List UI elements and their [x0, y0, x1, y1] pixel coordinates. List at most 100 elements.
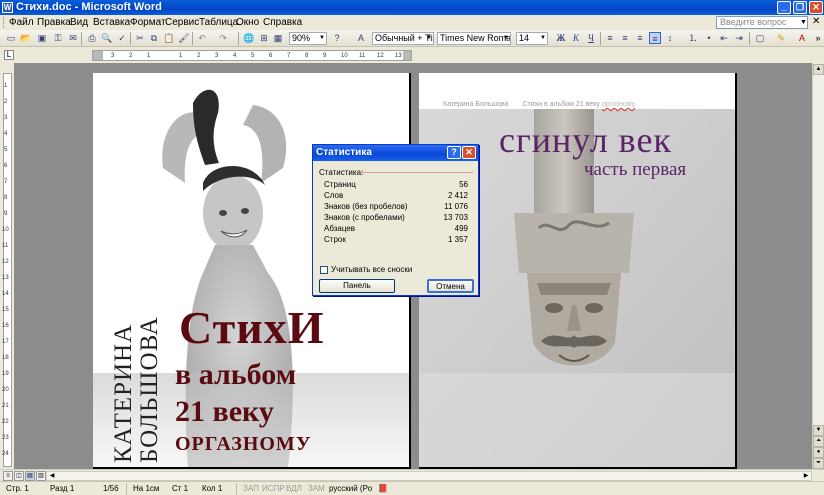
print-layout-icon[interactable]: ▤ [25, 471, 35, 481]
menu-window[interactable]: Окно [236, 17, 259, 28]
font-value: Times New Roman [440, 33, 511, 43]
align-right-icon[interactable]: ≡ [634, 32, 646, 44]
toolbar-separator [81, 32, 82, 45]
menu-help[interactable]: Справка [263, 17, 302, 28]
menu-edit[interactable]: Правка [37, 17, 71, 28]
tab-selector[interactable]: L [4, 50, 14, 60]
status-overtype[interactable]: ЗАМ [308, 484, 325, 493]
email-icon[interactable]: ✉ [67, 32, 79, 44]
copy-icon[interactable]: ⧉ [148, 32, 160, 44]
paste-icon[interactable]: 📋 [163, 32, 175, 44]
menu-grip[interactable] [3, 17, 6, 28]
section-subtitle: часть первая [584, 159, 687, 180]
decrease-indent-icon[interactable]: ⇤ [718, 32, 730, 44]
ruler-number: 9 [323, 53, 327, 59]
menu-format[interactable]: Формат [130, 17, 166, 28]
cover-title-line4: ОРГАЗНОМУ [175, 433, 312, 455]
bullets-icon[interactable]: • [703, 32, 715, 44]
numbering-icon[interactable]: ⒈ [687, 32, 699, 44]
ruler-number: 2 [4, 99, 8, 105]
new-document-icon[interactable]: ▭ [5, 32, 17, 44]
help-search-input[interactable]: Введите вопрос [716, 16, 808, 29]
font-size-select[interactable]: 14 ▼ [516, 32, 548, 45]
italic-icon[interactable]: К [570, 32, 582, 44]
undo-icon[interactable]: ↶ [196, 32, 208, 44]
horizontal-ruler[interactable]: 3 2 1 1 2 3 4 5 6 7 8 9 10 11 12 13 [92, 50, 412, 61]
scroll-down-icon[interactable]: ▼ [813, 425, 824, 436]
status-track-changes[interactable]: ИСПР [262, 484, 285, 493]
menu-table[interactable]: Таблица [199, 17, 238, 28]
hyperlink-icon[interactable]: 🌐 [243, 32, 255, 44]
spelling-status-icon[interactable]: 📕 [378, 484, 388, 493]
open-icon[interactable]: 📂 [20, 32, 32, 44]
style-select[interactable]: Обычный + Tim ▼ [372, 32, 434, 45]
print-icon[interactable]: ⎙ [86, 32, 98, 44]
permission-icon[interactable]: ⚿ [52, 32, 64, 44]
font-color-icon[interactable]: A [796, 32, 808, 44]
menu-insert[interactable]: Вставка [93, 17, 130, 28]
status-record-macro[interactable]: ЗАП [243, 484, 259, 493]
scroll-left-icon[interactable]: ◀ [47, 471, 57, 481]
status-language: русский (Ро [329, 484, 373, 493]
ruler-number: 21 [2, 403, 9, 409]
bold-icon[interactable]: Ж [555, 32, 567, 44]
cut-icon[interactable]: ✂ [134, 32, 146, 44]
vertical-ruler[interactable]: 1 2 3 4 5 6 7 8 9 10 11 12 13 14 15 16 1… [0, 63, 14, 469]
ruler-margin-left [93, 51, 103, 60]
ruler-number: 5 [251, 53, 255, 59]
minimize-button[interactable]: _ [777, 1, 791, 14]
spelling-icon[interactable]: ✓ [116, 32, 128, 44]
status-bar: Стр. 1 Разд 1 1/56 На 1см Ст 1 Кол 1 ЗАП… [0, 481, 824, 495]
help-icon[interactable]: ? [331, 32, 343, 44]
stat-row: Слов 2 412 [324, 191, 468, 202]
print-preview-icon[interactable]: 🔍 [101, 32, 113, 44]
styles-pane-icon[interactable]: A [355, 32, 367, 44]
borders-icon[interactable]: ▢ [754, 32, 766, 44]
justify-icon[interactable]: ≡ [649, 32, 661, 44]
zoom-select[interactable]: 90% ▼ [289, 32, 327, 45]
vertical-scrollbar[interactable]: ▲ ▼ ⏶ ● ⏷ [812, 63, 824, 469]
horizontal-scrollbar[interactable]: ◀ ▶ [46, 471, 812, 481]
ruler-row: L 3 2 1 1 2 3 4 5 6 7 8 9 10 11 12 13 [0, 48, 824, 63]
header-author: Катерина Большова [443, 101, 509, 108]
close-button[interactable]: ✕ [809, 1, 823, 14]
status-extend[interactable]: ВДЛ [286, 484, 302, 493]
next-page-icon[interactable]: ⏷ [813, 458, 824, 469]
cancel-button[interactable]: Отмена [427, 279, 474, 293]
dialog-help-icon[interactable]: ? [447, 146, 461, 159]
help-dropdown-icon[interactable]: ▼ [800, 17, 808, 28]
font-select[interactable]: Times New Roman ▼ [437, 32, 511, 45]
save-icon[interactable]: ▣ [36, 32, 48, 44]
ruler-number: 22 [2, 419, 9, 425]
menu-view[interactable]: Вид [70, 17, 88, 28]
tables-borders-icon[interactable]: ⊞ [258, 32, 270, 44]
redo-icon[interactable]: ↷ [217, 32, 229, 44]
show-toolbar-button[interactable]: Панель [319, 279, 395, 293]
normal-view-icon[interactable]: ≡ [3, 471, 13, 481]
toolbar-options-icon[interactable]: » [812, 32, 824, 44]
align-left-icon[interactable]: ≡ [604, 32, 616, 44]
dialog-close-icon[interactable]: ✕ [462, 146, 476, 159]
browse-object-icon[interactable]: ● [813, 447, 824, 458]
align-center-icon[interactable]: ≡ [619, 32, 631, 44]
menu-tools[interactable]: Сервис [165, 17, 199, 28]
menu-file[interactable]: Файл [9, 17, 34, 28]
scroll-up-icon[interactable]: ▲ [813, 64, 824, 75]
scroll-right-icon[interactable]: ▶ [801, 471, 811, 481]
insert-table-icon[interactable]: ▦ [272, 32, 284, 44]
web-view-icon[interactable]: ◫ [14, 471, 24, 481]
reading-view-icon[interactable]: ▥ [36, 471, 46, 481]
increase-indent-icon[interactable]: ⇥ [733, 32, 745, 44]
format-painter-icon[interactable]: 🖌 [178, 32, 190, 44]
underline-icon[interactable]: Ч [585, 32, 597, 44]
include-footnotes-checkbox[interactable] [320, 266, 328, 274]
highlight-icon[interactable]: ✎ [775, 32, 787, 44]
maximize-button[interactable]: ❐ [793, 1, 807, 14]
status-page-count: 1/56 [103, 484, 119, 493]
word-app-icon[interactable]: W [2, 2, 13, 13]
document-close-icon[interactable]: ✕ [812, 16, 820, 27]
line-spacing-icon[interactable]: ↕ [664, 32, 676, 44]
previous-page-icon[interactable]: ⏶ [813, 436, 824, 447]
ruler-number: 11 [359, 53, 366, 59]
stat-label: Страниц [324, 180, 356, 189]
